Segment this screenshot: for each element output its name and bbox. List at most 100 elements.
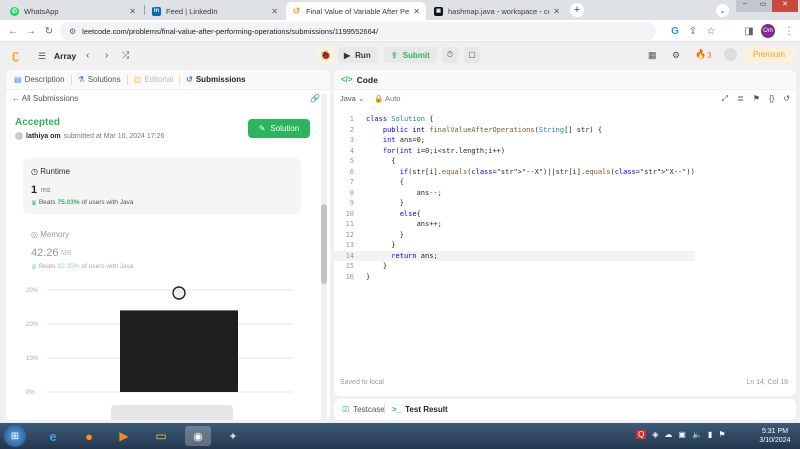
your-submission-marker[interactable] [172,286,186,300]
code-line[interactable]: 1 class Solution { [334,114,695,125]
tab-linkedin[interactable]: in Feed | LinkedIn ✕ [146,2,284,20]
maximize-button[interactable]: ▭ [754,0,772,12]
tab-search-icon[interactable]: ⌄ [716,4,729,17]
code-line[interactable]: 2 public int finalValueAfterOperations(S… [334,125,695,136]
shuffle-icon[interactable]: ⤮ [122,50,129,61]
tab-solutions[interactable]: ⚗ Solutions [78,75,121,84]
close-icon[interactable]: ✕ [553,7,560,16]
settings-gear-icon[interactable]: ⚙ [672,50,680,61]
premium-button[interactable]: Premium [743,47,795,63]
new-tab-button[interactable]: + [570,3,584,17]
tab-whatsapp[interactable]: ✆ WhatsApp ✕ [4,2,142,20]
layout-grid-icon[interactable]: ▦ [648,50,657,61]
flag-icon[interactable]: ⚑ [718,430,725,439]
debug-icon[interactable]: 🐞 [318,47,334,63]
code-editor[interactable]: 1 class Solution {2 public int finalValue… [334,114,796,284]
next-problem-icon[interactable]: › [105,50,108,61]
memory-label[interactable]: ◎ Memory [31,230,69,239]
submission-status: Accepted [15,117,61,128]
site-info-icon[interactable]: ⚙ [69,27,76,36]
address-bar[interactable]: ⚙ leetcode.com/problems/final-value-afte… [60,22,656,40]
link-icon[interactable]: 🔗 [310,94,320,103]
close-icon[interactable]: ✕ [271,7,278,16]
close-window-button[interactable]: ✕ [772,0,798,12]
close-icon[interactable]: ✕ [413,7,420,16]
code-line[interactable]: 14 return ans; [334,250,695,261]
code-line[interactable]: 11 ans++; [334,219,695,230]
submitted-time: submitted at Mar 10, 2024 17:26 [63,132,165,140]
user-avatar[interactable] [724,48,737,61]
clock[interactable]: 5:31 PM 3/10/2024 [752,427,798,445]
timer-icon[interactable]: ⏱ [442,47,458,63]
browser-menu-icon[interactable]: ⋮ [782,24,796,38]
braces-icon[interactable]: {} [769,94,774,104]
left-scrollbar-track[interactable] [321,94,327,420]
code-line[interactable]: 9 } [334,198,695,209]
minimize-button[interactable]: – [736,0,754,12]
chrome-icon[interactable]: ◉ [185,426,211,446]
tray-app-icon[interactable]: Q [636,430,647,439]
line-number: 3 [349,136,354,144]
username[interactable]: lathiya om [26,133,61,140]
tab-editorial[interactable]: ▥ Editorial [134,75,173,84]
auto-mode[interactable]: 🔒 Auto [374,94,400,103]
expand-icon[interactable]: ⤢ [722,94,728,104]
bookmark-icon[interactable]: ⚑ [753,94,760,104]
forward-arrow-icon[interactable]: → [24,24,38,38]
tray-cloud-icon[interactable]: ☁ [664,430,672,439]
tray-window-icon[interactable]: ▣ [678,430,686,439]
back-arrow-icon[interactable]: ← [6,24,20,38]
all-submissions-link[interactable]: ← All Submissions [12,94,78,103]
problem-list-icon[interactable]: ☰ [38,51,46,62]
code-line[interactable]: 5 { [334,156,695,167]
tab-leetcode[interactable]: ↺ Final Value of Variable After Performi… [286,2,426,20]
close-icon[interactable]: ✕ [129,7,136,16]
profile-avatar[interactable]: Om [761,24,775,38]
internet-explorer-icon[interactable]: e [40,426,66,446]
code-panel: </> Code Java ⌄ 🔒 Auto ⤢ ≣ ⚑ {} ↺ 1 class… [334,70,796,396]
left-scrollbar-thumb[interactable] [321,204,327,284]
code-line[interactable]: 4 for(int i=0;i<str.length;i++) [334,146,695,157]
file-explorer-icon[interactable]: ▭ [148,426,174,446]
tab-codesandbox[interactable]: ▣ hashmap.java - workspace - codesandbox… [428,2,566,20]
tab-testcase[interactable]: ☑ Testcase [342,405,385,414]
code-line[interactable]: 6 if(str[i].equals(class="str">"--X")||s… [334,167,695,178]
code-line[interactable]: 10 else{ [334,209,695,220]
problem-list-title[interactable]: Array [54,51,76,61]
run-button[interactable]: ▶ Run [338,47,377,63]
reset-icon[interactable]: ↺ [783,94,790,104]
share-icon[interactable]: ⇪ [686,24,700,38]
reload-icon[interactable]: ↻ [42,24,56,38]
tab-test-result[interactable]: >_ Test Result [392,405,448,414]
code-line[interactable]: 8 ans--; [334,188,695,199]
bookmark-star-icon[interactable]: ☆ [704,24,718,38]
tray-shield-icon[interactable]: ◈ [652,430,658,439]
code-line[interactable]: 16} [334,272,695,283]
leetcode-icon: ↺ [292,5,301,16]
language-select[interactable]: Java ⌄ [340,94,364,103]
prev-problem-icon[interactable]: ‹ [86,50,89,61]
solution-button[interactable]: ✎ Solution [248,119,310,138]
leetcode-logo[interactable]: ʗ [12,48,24,62]
firefox-icon[interactable]: ● [76,426,102,446]
runtime-card[interactable]: ◷ Runtime 1 ms ♛ Beats 75.03% of users w… [23,158,301,214]
tab-description[interactable]: ▤ Description [14,75,65,84]
chart-bar[interactable] [120,310,238,392]
tools-icon[interactable]: ✦ [220,426,246,446]
volume-icon[interactable]: 🔈 [692,430,702,439]
code-line[interactable]: 15 } [334,261,695,272]
notes-icon[interactable]: ▢ [464,47,480,63]
format-icon[interactable]: ≣ [737,94,744,104]
code-line[interactable]: 7 { [334,177,695,188]
code-line[interactable]: 13 } [334,240,695,251]
side-panel-icon[interactable]: ◨ [742,24,756,38]
google-icon[interactable]: G [668,24,682,38]
code-line[interactable]: 3 int ans=0; [334,135,695,146]
code-line[interactable]: 12 } [334,230,695,241]
media-player-icon[interactable]: ▶ [111,426,137,446]
network-icon[interactable]: ▮ [708,430,712,439]
start-button[interactable]: ⊞ [4,425,26,447]
line-number: 4 [349,146,354,155]
submit-button[interactable]: ⇪ Submit [384,47,437,63]
tab-submissions[interactable]: ↺ Submissions [186,75,246,84]
